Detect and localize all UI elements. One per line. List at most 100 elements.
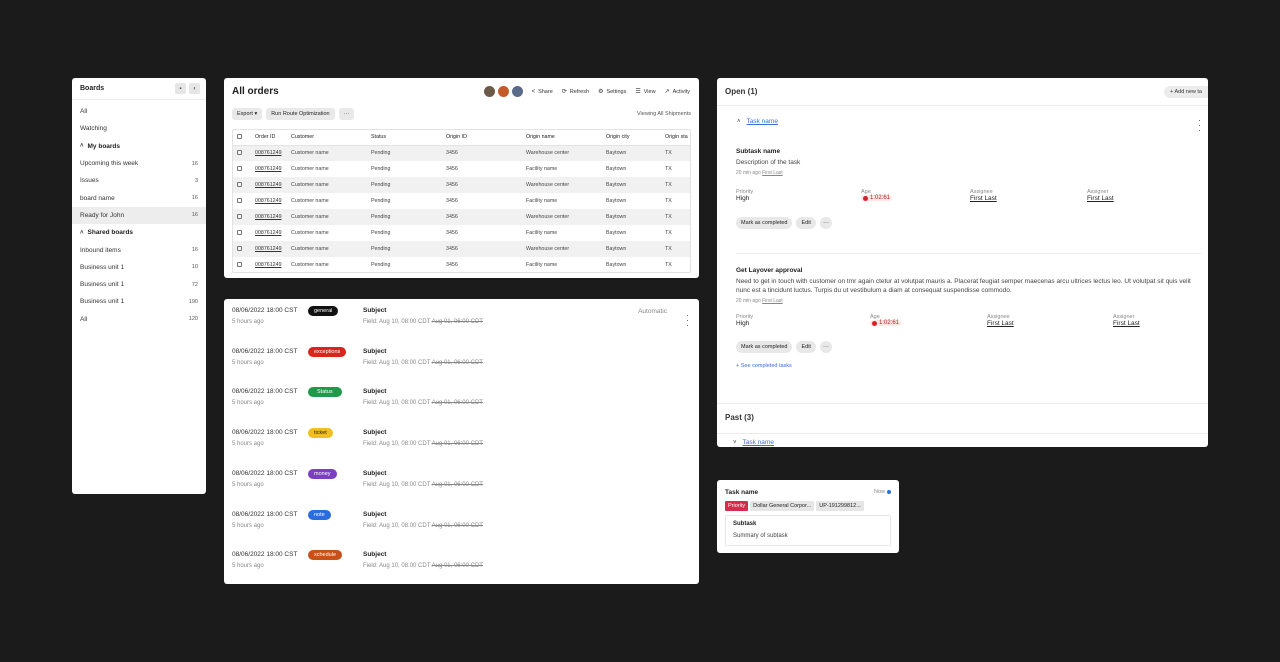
row-checkbox[interactable] (237, 245, 242, 251)
subtask-title: Get Layover approval (736, 267, 803, 274)
order-id-link[interactable]: 008761249 (255, 246, 282, 252)
cell: Warehouse center (522, 145, 602, 161)
avatar[interactable] (497, 86, 509, 97)
avatar[interactable] (483, 86, 495, 97)
add-new-task-button[interactable]: + Add new ta (1164, 85, 1208, 98)
table-row[interactable]: 008761249 Customer name Pending 3456 Facilit… (233, 193, 690, 209)
more-horizontal-icon[interactable]: ··· (819, 217, 832, 229)
column-header[interactable]: Origin ID (442, 130, 522, 146)
row-checkbox[interactable] (237, 149, 242, 155)
order-id-link[interactable]: 008761249 (255, 198, 282, 204)
activity-button[interactable]: ↗ Activity (665, 88, 690, 96)
run-route-optimization-button[interactable]: Run Route Optimization (266, 108, 335, 120)
my-board-item[interactable]: Upcoming this week 16 (72, 155, 206, 172)
plus-icon: + (736, 363, 740, 369)
column-header[interactable]: Order ID (251, 130, 287, 146)
cell: TX (665, 198, 672, 204)
entry-ago: 5 hours ago (232, 319, 264, 325)
row-checkbox[interactable] (237, 197, 242, 203)
avatar[interactable] (511, 86, 523, 97)
table-row[interactable]: 008761249 Customer name Pending 3456 Warehou… (233, 241, 690, 257)
order-id-link[interactable]: 008761249 (255, 214, 282, 220)
table-row[interactable]: 008761249 Customer name Pending 3456 Warehou… (233, 177, 690, 193)
cell: Baytown (602, 145, 661, 161)
entry-field: Field: Aug 10, 08:00 CDT Aug 01, 06:00 C… (363, 319, 483, 325)
edit-button[interactable]: Edit (796, 217, 816, 229)
shared-board-item[interactable]: Business unit 1 72 (72, 276, 206, 293)
cell: Baytown (602, 241, 661, 257)
row-checkbox[interactable] (237, 261, 242, 267)
see-completed-link[interactable]: + See completed tasks (736, 363, 1196, 369)
divider (717, 433, 1208, 434)
export-dropdown[interactable]: Export ▾ (232, 108, 263, 120)
my-board-item[interactable]: board name 16 (72, 189, 206, 206)
cell: Customer name (287, 177, 367, 193)
shared-boards-section[interactable]: ˄ Shared boards (72, 224, 206, 241)
more-button[interactable]: ··· (338, 108, 355, 120)
column-header[interactable]: Customer (287, 130, 367, 146)
cell: Customer name (287, 241, 367, 257)
table-row[interactable]: 008761249 Customer name Pending 3456 Warehou… (233, 209, 690, 225)
cell: TX (661, 241, 690, 257)
boards-panel: Boards ▪ ‹ All Watching ˄ My boards Upcom… (72, 78, 206, 494)
activity-entry: 08/06/2022 18:00 CST 5 hours ago ticket … (224, 421, 699, 461)
column-header[interactable]: Origin city (602, 130, 661, 146)
task-name-link[interactable]: Task name (743, 439, 774, 446)
row-checkbox[interactable] (237, 213, 242, 219)
my-board-item[interactable]: Issues 3 (72, 172, 206, 189)
cell: Baytown (606, 230, 627, 236)
author-link[interactable]: First Last (762, 170, 783, 176)
task-header[interactable]: ˄ Task name (737, 118, 778, 125)
order-id-link[interactable]: 008761249 (255, 182, 282, 188)
edit-button[interactable]: Edit (796, 341, 816, 353)
row-checkbox[interactable] (237, 229, 242, 235)
shared-board-item[interactable]: All 120 (72, 311, 206, 328)
more-horizontal-icon[interactable]: ··· (819, 341, 832, 353)
settings-button[interactable]: ⚙ Settings (598, 88, 626, 96)
table-row[interactable]: 008761249 Customer name Pending 3456 Facilit… (233, 225, 690, 241)
subtask-fields: Priority High Age 1:02:61 Assignee First La… (736, 189, 1196, 211)
select-all-checkbox[interactable] (237, 133, 242, 139)
shared-board-item[interactable]: Business unit 1 190 (72, 293, 206, 310)
row-checkbox[interactable] (237, 165, 242, 171)
avatar-group[interactable] (483, 86, 523, 97)
boards-item-watching[interactable]: Watching (72, 120, 206, 137)
entry-field: Field: Aug 10, 08:00 CDT Aug 01, 06:00 C… (363, 359, 483, 366)
table-row[interactable]: 008761249 Customer name Pending 3456 Facilit… (233, 161, 690, 177)
subtask-meta: 20 min ago First Last (736, 298, 783, 304)
refresh-button[interactable]: ⟳ Refresh (562, 88, 589, 96)
view-button[interactable]: ☰ View (635, 88, 655, 96)
cell: TX (665, 262, 672, 268)
table-row[interactable]: 008761249 Customer name Pending 3456 Warehou… (233, 145, 690, 161)
assignee-link[interactable]: First Last (970, 195, 997, 202)
column-header[interactable]: Origin name (522, 130, 602, 146)
order-id-link[interactable]: 008761249 (255, 230, 282, 236)
task-card[interactable]: Task name Now Priority Dollar General Co… (717, 480, 899, 553)
entry-subject: Subject (363, 469, 387, 477)
boards-item-all[interactable]: All (72, 103, 206, 120)
row-checkbox[interactable] (237, 181, 242, 187)
cell: Pending (371, 166, 391, 172)
author-link[interactable]: First Last (762, 298, 783, 304)
assignee-link[interactable]: First Last (987, 320, 1014, 327)
more-vertical-icon[interactable]: · · · (1198, 116, 1201, 135)
shared-board-item[interactable]: Inbound items 16 (72, 241, 206, 258)
my-boards-section[interactable]: ˄ My boards (72, 138, 206, 155)
mark-complete-button[interactable]: Mark as completed (736, 217, 793, 229)
assigner-link[interactable]: First Last (1087, 195, 1114, 202)
mark-complete-button[interactable]: Mark as completed (736, 341, 793, 353)
column-header[interactable]: Origin sta (661, 130, 690, 146)
task-name-link[interactable]: Task name (747, 118, 778, 125)
shared-board-item[interactable]: Business unit 1 10 (72, 259, 206, 276)
share-button[interactable]: < Share (532, 89, 553, 95)
collapse-icon[interactable]: ‹ (189, 83, 200, 94)
order-id-link[interactable]: 008761249 (255, 166, 282, 172)
order-id-link[interactable]: 008761249 (255, 262, 282, 268)
table-row[interactable]: 008761249 Customer name Pending 3456 Facilit… (233, 257, 690, 272)
my-board-item-selected[interactable]: Ready for John 16 (72, 206, 206, 225)
assigner-link[interactable]: First Last (1113, 320, 1140, 327)
past-task-header[interactable]: ˅ Task name (733, 439, 774, 446)
column-header[interactable]: Status (367, 130, 442, 146)
grid-icon[interactable]: ▪ (175, 83, 186, 94)
order-id-link[interactable]: 008761249 (255, 150, 282, 156)
